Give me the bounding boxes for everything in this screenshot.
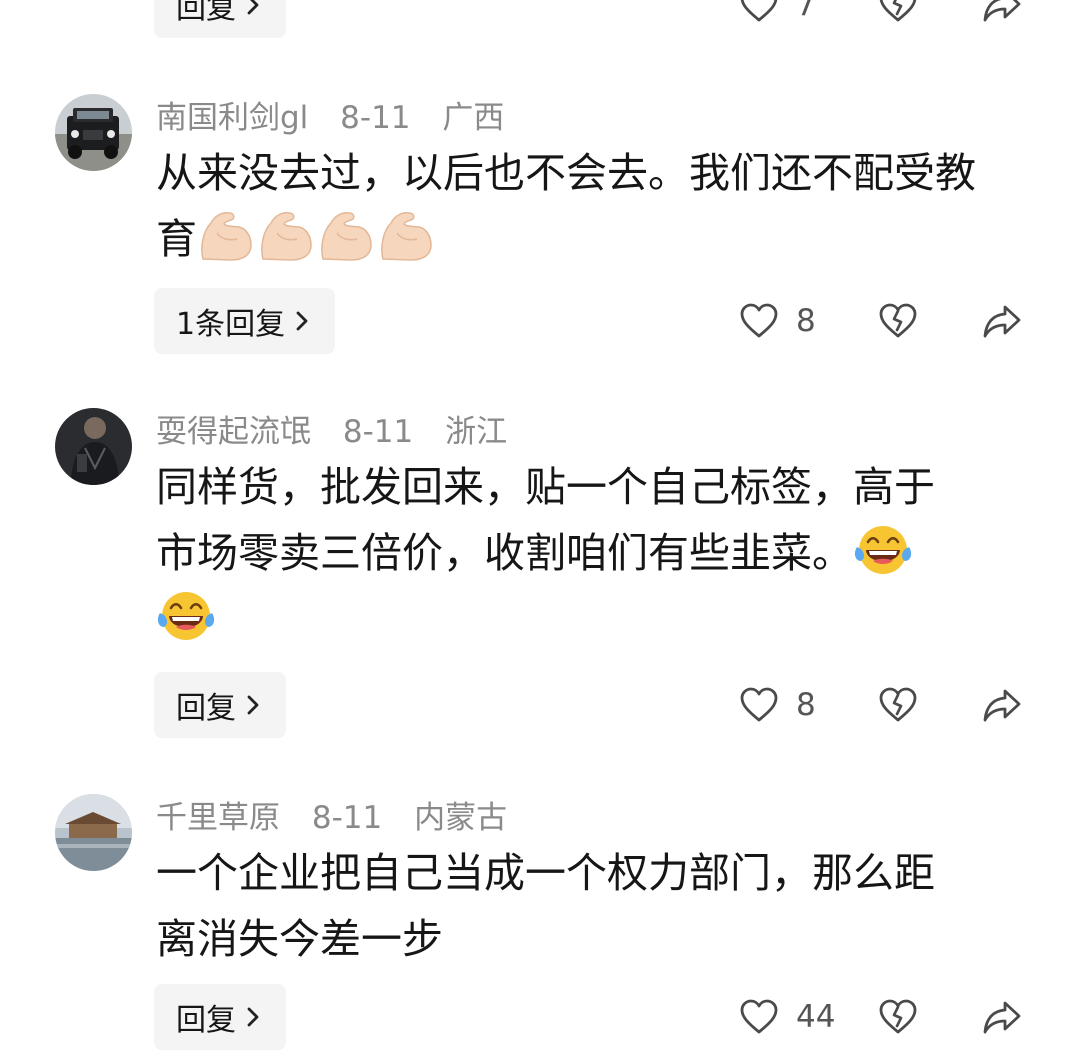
like-heart-icon[interactable] <box>740 0 778 23</box>
share-icon[interactable] <box>983 999 1021 1035</box>
share-icon[interactable] <box>983 0 1021 23</box>
comment-meta: 南国利剑gl 8-11 广西 <box>156 98 526 138</box>
share-icon[interactable] <box>983 303 1021 339</box>
face-with-tears-of-joy-emoji <box>156 589 216 643</box>
comment-text: 同样货，批发回来，贴一个自己标签，高于 市场零卖三倍价，收割咱们有些韭菜。 <box>156 454 1016 652</box>
like-count: 8 <box>796 303 816 339</box>
flexed-biceps-emoji <box>377 209 437 263</box>
flexed-biceps-emoji <box>257 209 317 263</box>
comment-location: 广西 <box>442 100 505 136</box>
comment-date: 8-11 <box>311 800 383 836</box>
flexed-biceps-emoji <box>197 209 257 263</box>
chevron-right-icon <box>242 0 264 16</box>
chevron-right-icon <box>242 1006 264 1028</box>
action-row: 回复 8 <box>0 672 1080 738</box>
comment-date: 8-11 <box>340 100 411 136</box>
reply-button[interactable]: 回复 <box>154 984 286 1050</box>
comment-location: 浙江 <box>445 414 508 450</box>
reply-button-label: 1条回复 <box>176 307 286 342</box>
like-heart-icon[interactable] <box>740 999 778 1035</box>
view-replies-button[interactable]: 1条回复 <box>154 288 336 354</box>
avatar[interactable] <box>55 94 132 171</box>
reply-button-label: 回复 <box>176 0 236 26</box>
dislike-broken-heart-icon[interactable] <box>879 0 917 23</box>
dislike-broken-heart-icon[interactable] <box>879 999 917 1035</box>
like-heart-icon[interactable] <box>740 303 778 339</box>
comment-text: 从来没去过，以后也不会去。我们还不配受教育 <box>156 149 976 263</box>
face-with-tears-of-joy-emoji <box>853 523 913 577</box>
dislike-broken-heart-icon[interactable] <box>879 687 917 723</box>
reply-button[interactable]: 回复 <box>154 672 286 738</box>
comment-meta: 千里草原 8-11 内蒙古 <box>156 798 529 838</box>
like-heart-icon[interactable] <box>740 687 778 723</box>
action-row: 回复 44 <box>0 984 1080 1050</box>
like-count: 7 <box>796 0 816 23</box>
username[interactable]: 南国利剑gl <box>156 100 308 136</box>
flexed-biceps-emoji <box>317 209 377 263</box>
comment-date: 8-11 <box>342 414 414 450</box>
dislike-broken-heart-icon[interactable] <box>879 303 917 339</box>
avatar[interactable] <box>55 794 132 871</box>
comment-text: 一个企业把自己当成一个权力部门，那么距 离消失今差一步 <box>156 849 935 963</box>
username[interactable]: 千里草原 <box>156 800 280 836</box>
action-row: 1条回复 8 <box>0 288 1080 354</box>
reply-button-label: 回复 <box>176 691 236 726</box>
action-row-top: 回复 7 <box>0 0 1080 38</box>
share-icon[interactable] <box>983 687 1021 723</box>
comment-location: 内蒙古 <box>414 800 508 836</box>
chevron-right-icon <box>291 310 313 332</box>
like-count: 8 <box>796 687 816 723</box>
like-count: 44 <box>796 999 836 1035</box>
username[interactable]: 耍得起流氓 <box>156 414 311 450</box>
reply-button-label: 回复 <box>176 1003 236 1038</box>
avatar[interactable] <box>55 408 132 485</box>
comment-meta: 耍得起流氓 8-11 浙江 <box>156 412 529 452</box>
chevron-right-icon <box>242 694 264 716</box>
reply-button[interactable]: 回复 <box>154 0 286 38</box>
